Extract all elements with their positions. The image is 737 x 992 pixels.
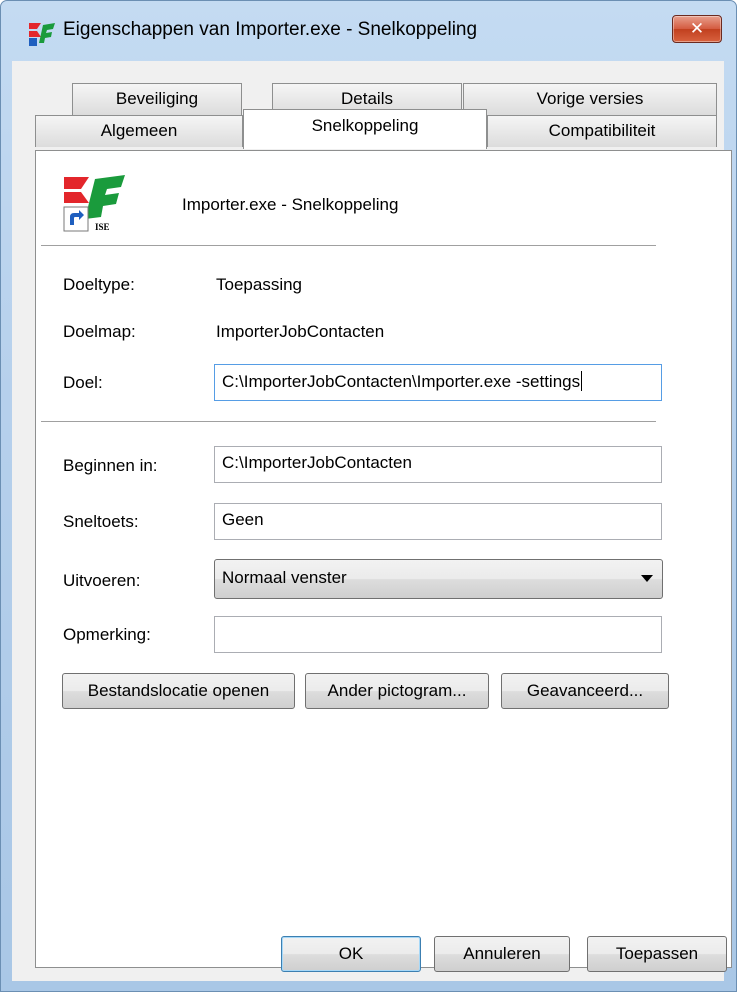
uitvoeren-value: Normaal venster	[222, 568, 347, 587]
change-icon-button[interactable]: Ander pictogram...	[305, 673, 489, 709]
sneltoets-label: Sneltoets:	[63, 512, 139, 531]
open-file-location-button[interactable]: Bestandslocatie openen	[62, 673, 295, 709]
doelmap-value: ImporterJobContacten	[216, 322, 385, 341]
doel-input[interactable]: C:\ImporterJobContacten\Importer.exe -se…	[214, 364, 662, 401]
doel-label: Doel:	[63, 373, 103, 392]
icon-label: ISE	[95, 222, 110, 232]
doel-value: C:\ImporterJobContacten\Importer.exe -se…	[222, 372, 581, 391]
shortcut-icon: ISE	[63, 175, 125, 232]
tab-beveiliging[interactable]: Beveiliging	[72, 83, 242, 115]
cancel-button[interactable]: Annuleren	[434, 936, 570, 972]
beginnen-in-input[interactable]: C:\ImporterJobContacten	[214, 446, 662, 483]
title-bar[interactable]: Eigenschappen van Importer.exe - Snelkop…	[1, 1, 736, 53]
opmerking-input[interactable]	[214, 616, 662, 653]
doelmap-label: Doelmap:	[63, 322, 136, 341]
advanced-button[interactable]: Geavanceerd...	[501, 673, 669, 709]
uitvoeren-select[interactable]: Normaal venster	[214, 559, 663, 599]
separator-2	[41, 421, 656, 422]
doeltype-label: Doeltype:	[63, 275, 135, 294]
tab-algemeen[interactable]: Algemeen	[35, 115, 243, 147]
tab-snelkoppeling[interactable]: Snelkoppeling	[243, 109, 487, 149]
shortcut-name: Importer.exe - Snelkoppeling	[182, 195, 399, 214]
app-icon	[29, 23, 55, 46]
separator-1	[41, 245, 656, 246]
uitvoeren-label: Uitvoeren:	[63, 571, 141, 590]
window-title: Eigenschappen van Importer.exe - Snelkop…	[63, 19, 478, 40]
opmerking-label: Opmerking:	[63, 625, 151, 644]
apply-button[interactable]: Toepassen	[587, 936, 727, 972]
properties-window: Eigenschappen van Importer.exe - Snelkop…	[0, 0, 737, 992]
tab-vorige-versies[interactable]: Vorige versies	[463, 83, 717, 115]
chevron-down-icon	[641, 575, 653, 582]
ok-button[interactable]: OK	[281, 936, 421, 972]
close-button[interactable]: ✕	[672, 15, 722, 43]
sneltoets-input[interactable]: Geen	[214, 503, 662, 540]
tab-compatibiliteit[interactable]: Compatibiliteit	[487, 115, 717, 147]
text-caret	[581, 371, 583, 391]
beginnen-in-label: Beginnen in:	[63, 456, 158, 475]
doeltype-value: Toepassing	[216, 275, 303, 294]
